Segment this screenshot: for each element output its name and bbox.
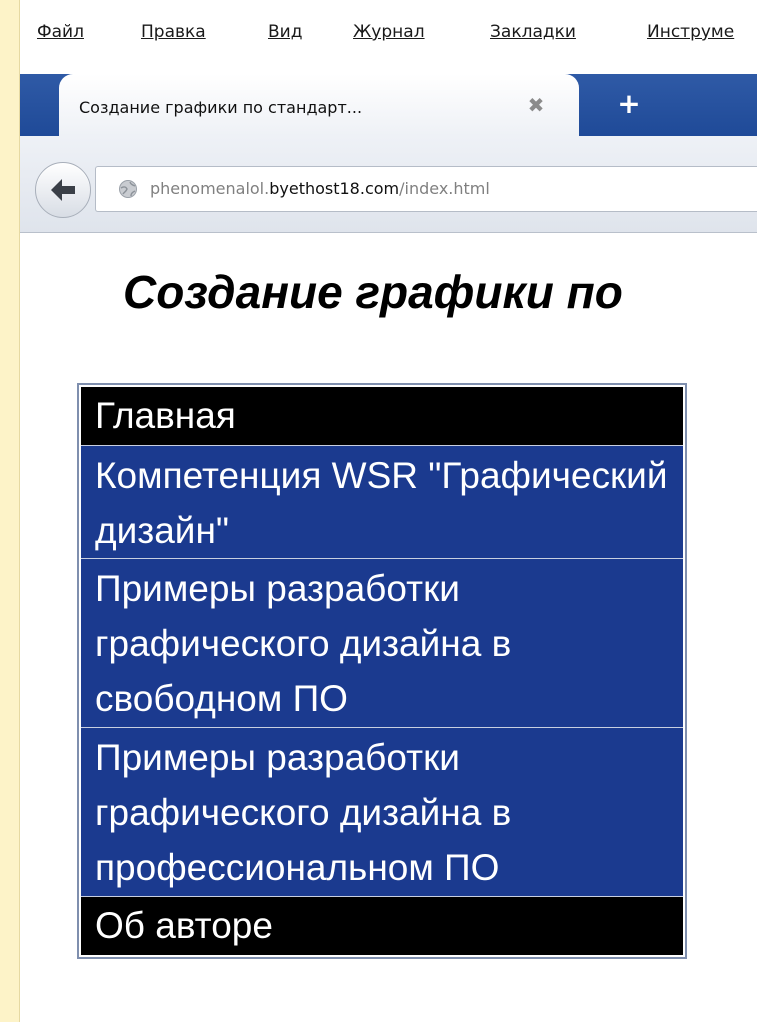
menu-tools[interactable]: Инструме xyxy=(647,22,734,42)
menu-history[interactable]: Журнал xyxy=(353,22,425,42)
nav-link-free-software-examples[interactable]: Примеры разработки графического дизайна … xyxy=(81,559,683,728)
site-nav-table: Главная Компетенция WSR "Графический диз… xyxy=(77,383,687,959)
new-tab-icon[interactable]: + xyxy=(615,90,643,118)
arrow-left-icon xyxy=(51,179,75,201)
browser-window: Файл Правка Вид Журнал Закладки Инструме… xyxy=(0,0,757,1022)
page-title: Создание графики по xyxy=(123,266,623,318)
nav-link-professional-software-examples[interactable]: Примеры разработки графического дизайна … xyxy=(81,728,683,897)
menu-file[interactable]: Файл xyxy=(37,22,84,42)
menu-bookmarks[interactable]: Закладки xyxy=(490,22,576,42)
nav-link-home[interactable]: Главная xyxy=(81,387,683,446)
menu-view[interactable]: Вид xyxy=(268,22,302,42)
globe-icon xyxy=(119,180,137,198)
url-path: /index.html xyxy=(399,179,490,198)
navigation-bar: phenomenalol.byethost18.com/index.html xyxy=(19,136,757,233)
url-prefix: phenomenalol. xyxy=(150,179,270,198)
address-bar[interactable]: phenomenalol.byethost18.com/index.html xyxy=(95,166,757,212)
tab-strip: Создание графики по стандарт... ✖ + xyxy=(19,74,757,136)
page-content: Создание графики по Главная Компетенция … xyxy=(19,233,757,1022)
url-host: byethost18.com xyxy=(269,179,400,198)
menu-edit[interactable]: Правка xyxy=(141,22,206,42)
nav-link-about-author[interactable]: Об авторе xyxy=(81,897,683,955)
slide-left-strip xyxy=(0,0,20,1022)
tab-active[interactable]: Создание графики по стандарт... ✖ xyxy=(59,74,579,136)
close-icon[interactable]: ✖ xyxy=(524,93,548,117)
back-button[interactable] xyxy=(35,162,91,218)
menu-bar: Файл Правка Вид Журнал Закладки Инструме xyxy=(19,0,757,74)
tab-title: Создание графики по стандарт... xyxy=(79,98,363,117)
url-text: phenomenalol.byethost18.com/index.html xyxy=(150,179,490,198)
nav-link-wsr-competence[interactable]: Компетенция WSR "Графический дизайн" xyxy=(81,446,683,559)
